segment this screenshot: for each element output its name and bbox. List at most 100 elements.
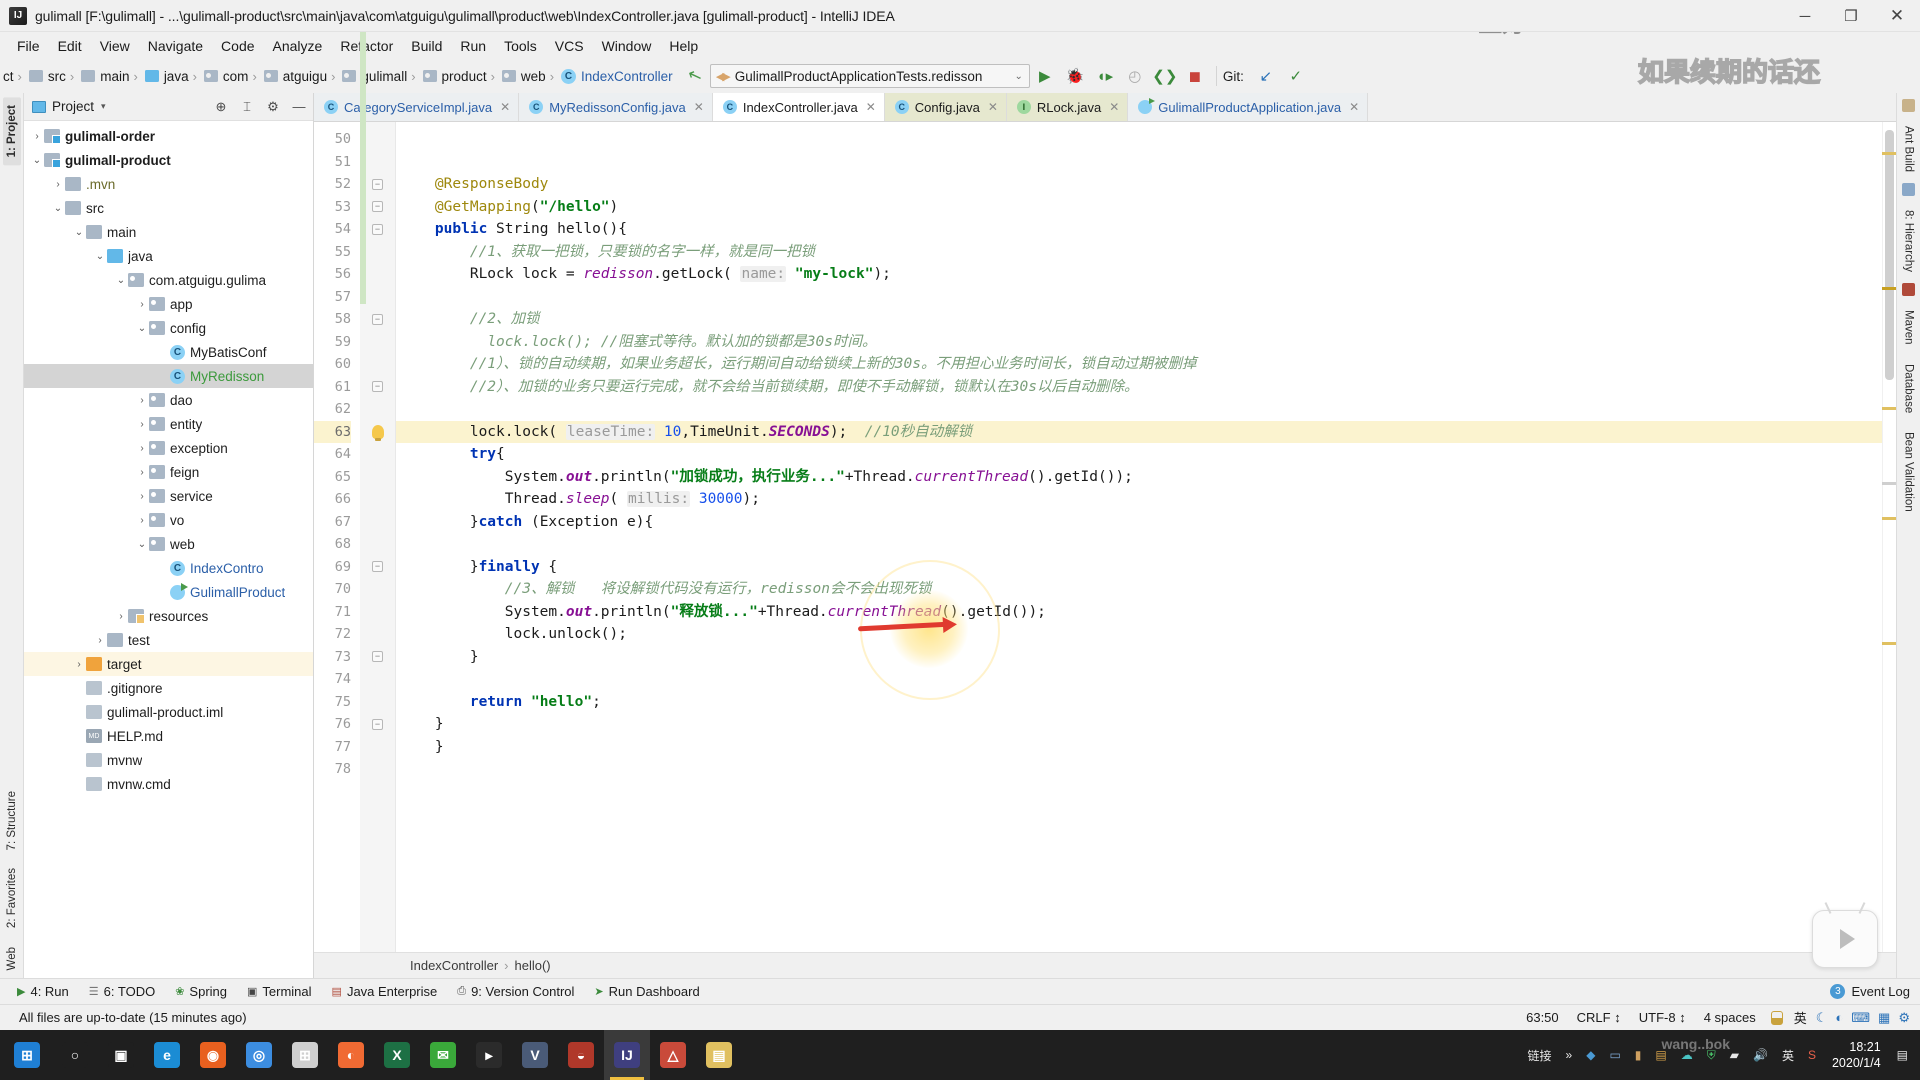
tree-node-mybatisconf[interactable]: ›C MyBatisConf [24, 340, 313, 364]
intention-bulb-icon[interactable] [371, 424, 384, 441]
tree-node-src[interactable]: ⌄ src [24, 196, 313, 220]
tray-link-label[interactable]: 链接 [1522, 1030, 1558, 1080]
chevron-right-icon[interactable]: › [72, 683, 86, 694]
chevron-right-icon[interactable]: › [72, 659, 86, 670]
project-tree[interactable]: › gulimall-order ⌄ gulimall-product › .mvn ⌄ sr… [24, 121, 313, 978]
maximize-button[interactable]: ❐ [1828, 0, 1874, 32]
fold-collapse-icon[interactable]: − [372, 718, 383, 730]
chevron-right-icon[interactable]: › [135, 299, 149, 310]
tree-node-entity[interactable]: › entity [24, 412, 313, 436]
collapse-all-icon[interactable]: ⌶ [237, 97, 257, 117]
breadcrumb-product[interactable]: product › [422, 69, 501, 84]
chevron-right-icon[interactable]: › [156, 371, 170, 382]
breadcrumb-java[interactable]: java › [144, 69, 203, 84]
tree-node-vo[interactable]: › vo [24, 508, 313, 532]
moon-icon[interactable]: ☾ [1812, 1010, 1832, 1026]
taskbar-chrome[interactable]: ◎ [236, 1030, 282, 1080]
code-line[interactable]: RLock lock = redisson.getLock( name: "my… [396, 263, 1882, 286]
breadcrumb-indexcontroller[interactable]: C IndexController [560, 68, 674, 84]
make-project-icon[interactable]: ↖ [685, 64, 705, 88]
line-separator[interactable]: CRLF ↕ [1568, 1010, 1630, 1025]
taskbar-intellij-idea[interactable]: IJ [604, 1030, 650, 1080]
code-line[interactable]: //2、加锁 [396, 308, 1882, 331]
breadcrumb-src[interactable]: src › [28, 69, 80, 84]
taskbar-cortana-search[interactable]: ○ [52, 1030, 98, 1080]
close-button[interactable]: ✕ [1874, 0, 1920, 32]
tree-node-gulimall-product[interactable]: ⌄ gulimall-product [24, 148, 313, 172]
toolwindow-java-enterprise[interactable]: ▤ Java Enterprise [323, 982, 447, 1001]
code-line[interactable]: } [396, 736, 1882, 759]
chevron-right-icon[interactable]: › [156, 587, 170, 598]
code-line[interactable]: System.out.println("加锁成功，执行业务..."+Thread… [396, 466, 1882, 489]
fold-collapse-icon[interactable]: − [372, 178, 383, 190]
tree-node-web[interactable]: ⌄ web [24, 532, 313, 556]
code-line[interactable]: @ResponseBody [396, 173, 1882, 196]
tray-security-icon[interactable]: ▤ [1649, 1030, 1672, 1080]
taskbar-edge[interactable]: e [144, 1030, 190, 1080]
floating-video-widget[interactable] [1812, 910, 1878, 968]
code-line[interactable] [396, 398, 1882, 421]
code-line[interactable] [396, 286, 1882, 309]
tree-node-gulimall-product-iml[interactable]: › gulimall-product.iml [24, 700, 313, 724]
hide-icon[interactable]: — [289, 97, 309, 117]
chevron-right-icon[interactable]: › [135, 395, 149, 406]
chevron-down-icon[interactable]: ⌄ [114, 275, 128, 286]
chevron-right-icon[interactable]: › [135, 443, 149, 454]
gutter-marker[interactable] [360, 421, 395, 444]
gutter-marker[interactable] [360, 623, 395, 646]
toolwindow-spring[interactable]: ❀ Spring [166, 982, 236, 1001]
chevron-right-icon[interactable]: › [30, 131, 44, 142]
chevron-down-icon[interactable]: ⌄ [72, 227, 86, 238]
chevron-right-icon[interactable]: › [135, 419, 149, 430]
chevron-down-icon[interactable]: ⌄ [135, 323, 149, 334]
rail-tab-maven[interactable]: Maven [1900, 302, 1918, 353]
rail-tab-hierarchy[interactable]: 8: Hierarchy [1900, 202, 1918, 280]
code-line[interactable]: //2）、加锁的业务只要运行完成，就不会给当前锁续期，即使不手动解锁，锁默认在3… [396, 376, 1882, 399]
tray-shield-icon[interactable]: ⛨ [1701, 1030, 1722, 1080]
chevron-right-icon[interactable]: › [72, 707, 86, 718]
fold-collapse-icon[interactable]: − [372, 201, 383, 213]
code-line[interactable]: // lock.lock(); //阻塞式等待。默认加的锁都是30s时间。 [396, 331, 1882, 354]
gutter-marker[interactable] [360, 758, 395, 781]
breadcrumb-gulimall[interactable]: gulimall › [341, 69, 421, 84]
breadcrumb-method[interactable]: hello() [515, 958, 551, 973]
chevron-down-icon[interactable]: ⌄ [135, 539, 149, 550]
tray-ime-icon[interactable]: 英 [1776, 1030, 1800, 1080]
toolwindow-todo[interactable]: ☰ 6: TODO [80, 982, 164, 1001]
tree-node-gulimall-order[interactable]: › gulimall-order [24, 124, 313, 148]
editor-tab-bar[interactable]: C CategoryServiceImpl.java ✕ C MyRedissonCon… [314, 93, 1896, 122]
tree-node-gulimallproduct[interactable]: › GulimallProduct [24, 580, 313, 604]
locate-icon[interactable]: ⊕ [211, 97, 231, 117]
menu-file[interactable]: File [8, 35, 49, 57]
rail-tab-structure[interactable]: 7: Structure [3, 783, 21, 858]
tree-node-feign[interactable]: › feign [24, 460, 313, 484]
chevron-down-icon[interactable]: ⌄ [30, 155, 44, 166]
warning-marker[interactable] [1882, 287, 1896, 290]
chevron-right-icon[interactable]: › [135, 491, 149, 502]
tray-volume-icon[interactable]: 🔊 [1747, 1030, 1774, 1080]
code-line[interactable]: lock.unlock(); [396, 623, 1882, 646]
code-line[interactable]: //1）、锁的自动续期，如果业务超长，运行期间自动给锁续上新的30s。不用担心业… [396, 353, 1882, 376]
tray-monitor-icon[interactable]: ▭ [1603, 1030, 1626, 1080]
profiler-button[interactable]: ◴ [1120, 63, 1150, 89]
rail-tab-database[interactable]: Database [1900, 356, 1918, 421]
chevron-right-icon[interactable]: › [93, 635, 107, 646]
rail-tab-ant-build[interactable]: Ant Build [1900, 118, 1918, 180]
chevron-right-icon[interactable]: › [51, 179, 65, 190]
taskbar-postman[interactable]: ◐ [328, 1030, 374, 1080]
event-log-button[interactable]: 3 Event Log [1820, 982, 1920, 1001]
gutter-marker[interactable] [360, 691, 395, 714]
editor-tab-gulimallproductapplication[interactable]: GulimallProductApplication.java ✕ [1128, 93, 1369, 121]
stop-button[interactable]: ◼ [1180, 63, 1210, 89]
editor-tab-config[interactable]: C Config.java ✕ [884, 93, 1007, 121]
file-encoding[interactable]: UTF-8 ↕ [1630, 1010, 1695, 1025]
taskbar-excel[interactable]: X [374, 1030, 420, 1080]
code-line[interactable]: } [396, 713, 1882, 736]
minimize-button[interactable]: ─ [1782, 0, 1828, 32]
run-with-coverage-button[interactable]: ◖▸ [1090, 63, 1120, 89]
menu-tools[interactable]: Tools [495, 35, 546, 57]
update-project-icon[interactable]: ↙ [1251, 63, 1281, 89]
gutter-marker[interactable]: − [360, 713, 395, 736]
gutter-marker[interactable] [360, 443, 395, 466]
menu-code[interactable]: Code [212, 35, 263, 57]
